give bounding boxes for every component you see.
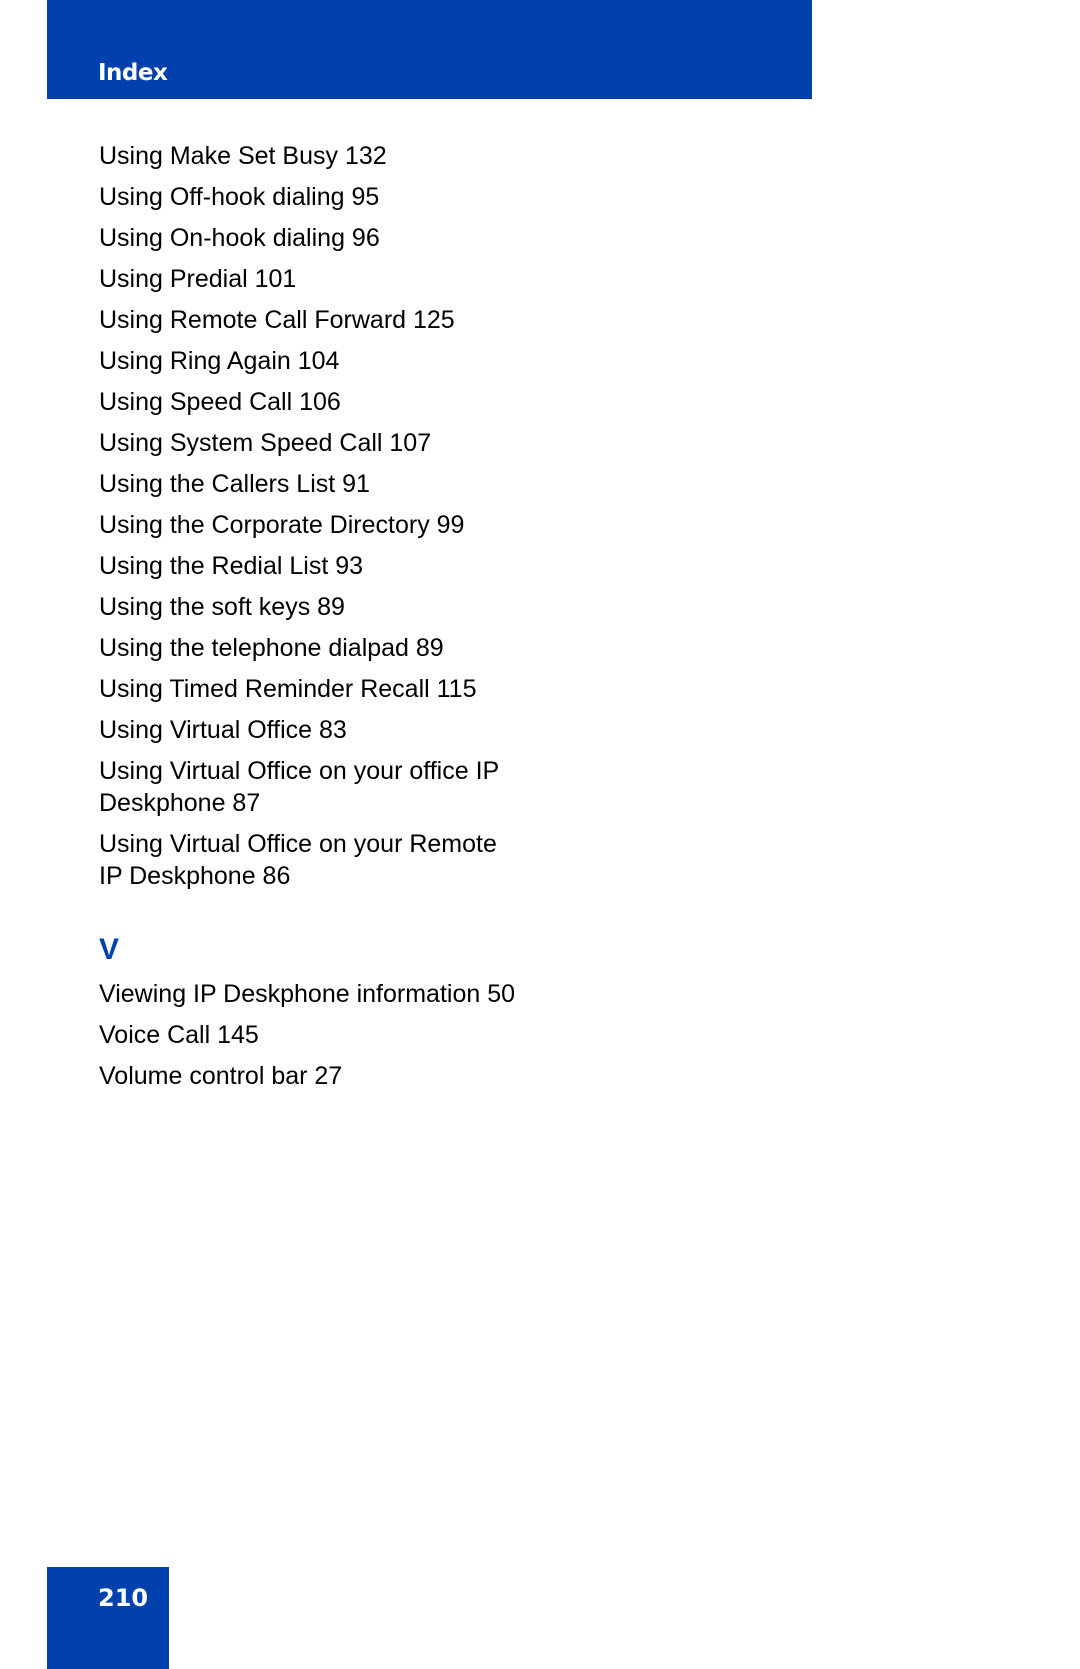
index-list: Using Make Set Busy 132 Using Off-hook d… [99,140,519,1101]
index-entry: Viewing IP Deskphone information 50 [99,980,516,1008]
index-entry: Using the Callers List 91 [99,470,370,498]
index-entry: Volume control bar 27 [99,1062,343,1090]
page-title: Index [98,60,168,86]
index-entry: Using Ring Again 104 [99,347,340,375]
index-entry: Using the Corporate Directory 99 [99,511,465,539]
index-entry: Using Speed Call 106 [99,388,341,416]
index-entry: Using the soft keys 89 [99,593,345,621]
page-number-box: 210 [47,1567,169,1669]
index-entry: Using the telephone dialpad 89 [99,634,444,662]
index-entry: Using Remote Call Forward 125 [99,306,455,334]
index-entry: Using Virtual Office on your Remote IP D… [99,830,497,890]
page-number: 210 [98,1584,149,1612]
index-entry: Voice Call 145 [99,1021,259,1049]
index-entry: Using the Redial List 93 [99,552,364,580]
index-entry: Using Predial 101 [99,265,297,293]
index-entry: Using Timed Reminder Recall 115 [99,675,477,703]
index-entry: Using System Speed Call 107 [99,429,432,457]
index-entry: Using Make Set Busy 132 [99,142,387,170]
index-entry: Using Off-hook dialing 95 [99,183,380,211]
header-bar: Index [47,0,812,99]
section-letter-v: V [99,933,120,966]
index-entry: Using Virtual Office on your office IP D… [99,757,499,817]
index-entry: Using Virtual Office 83 [99,716,347,744]
index-entry: Using On-hook dialing 96 [99,224,380,252]
